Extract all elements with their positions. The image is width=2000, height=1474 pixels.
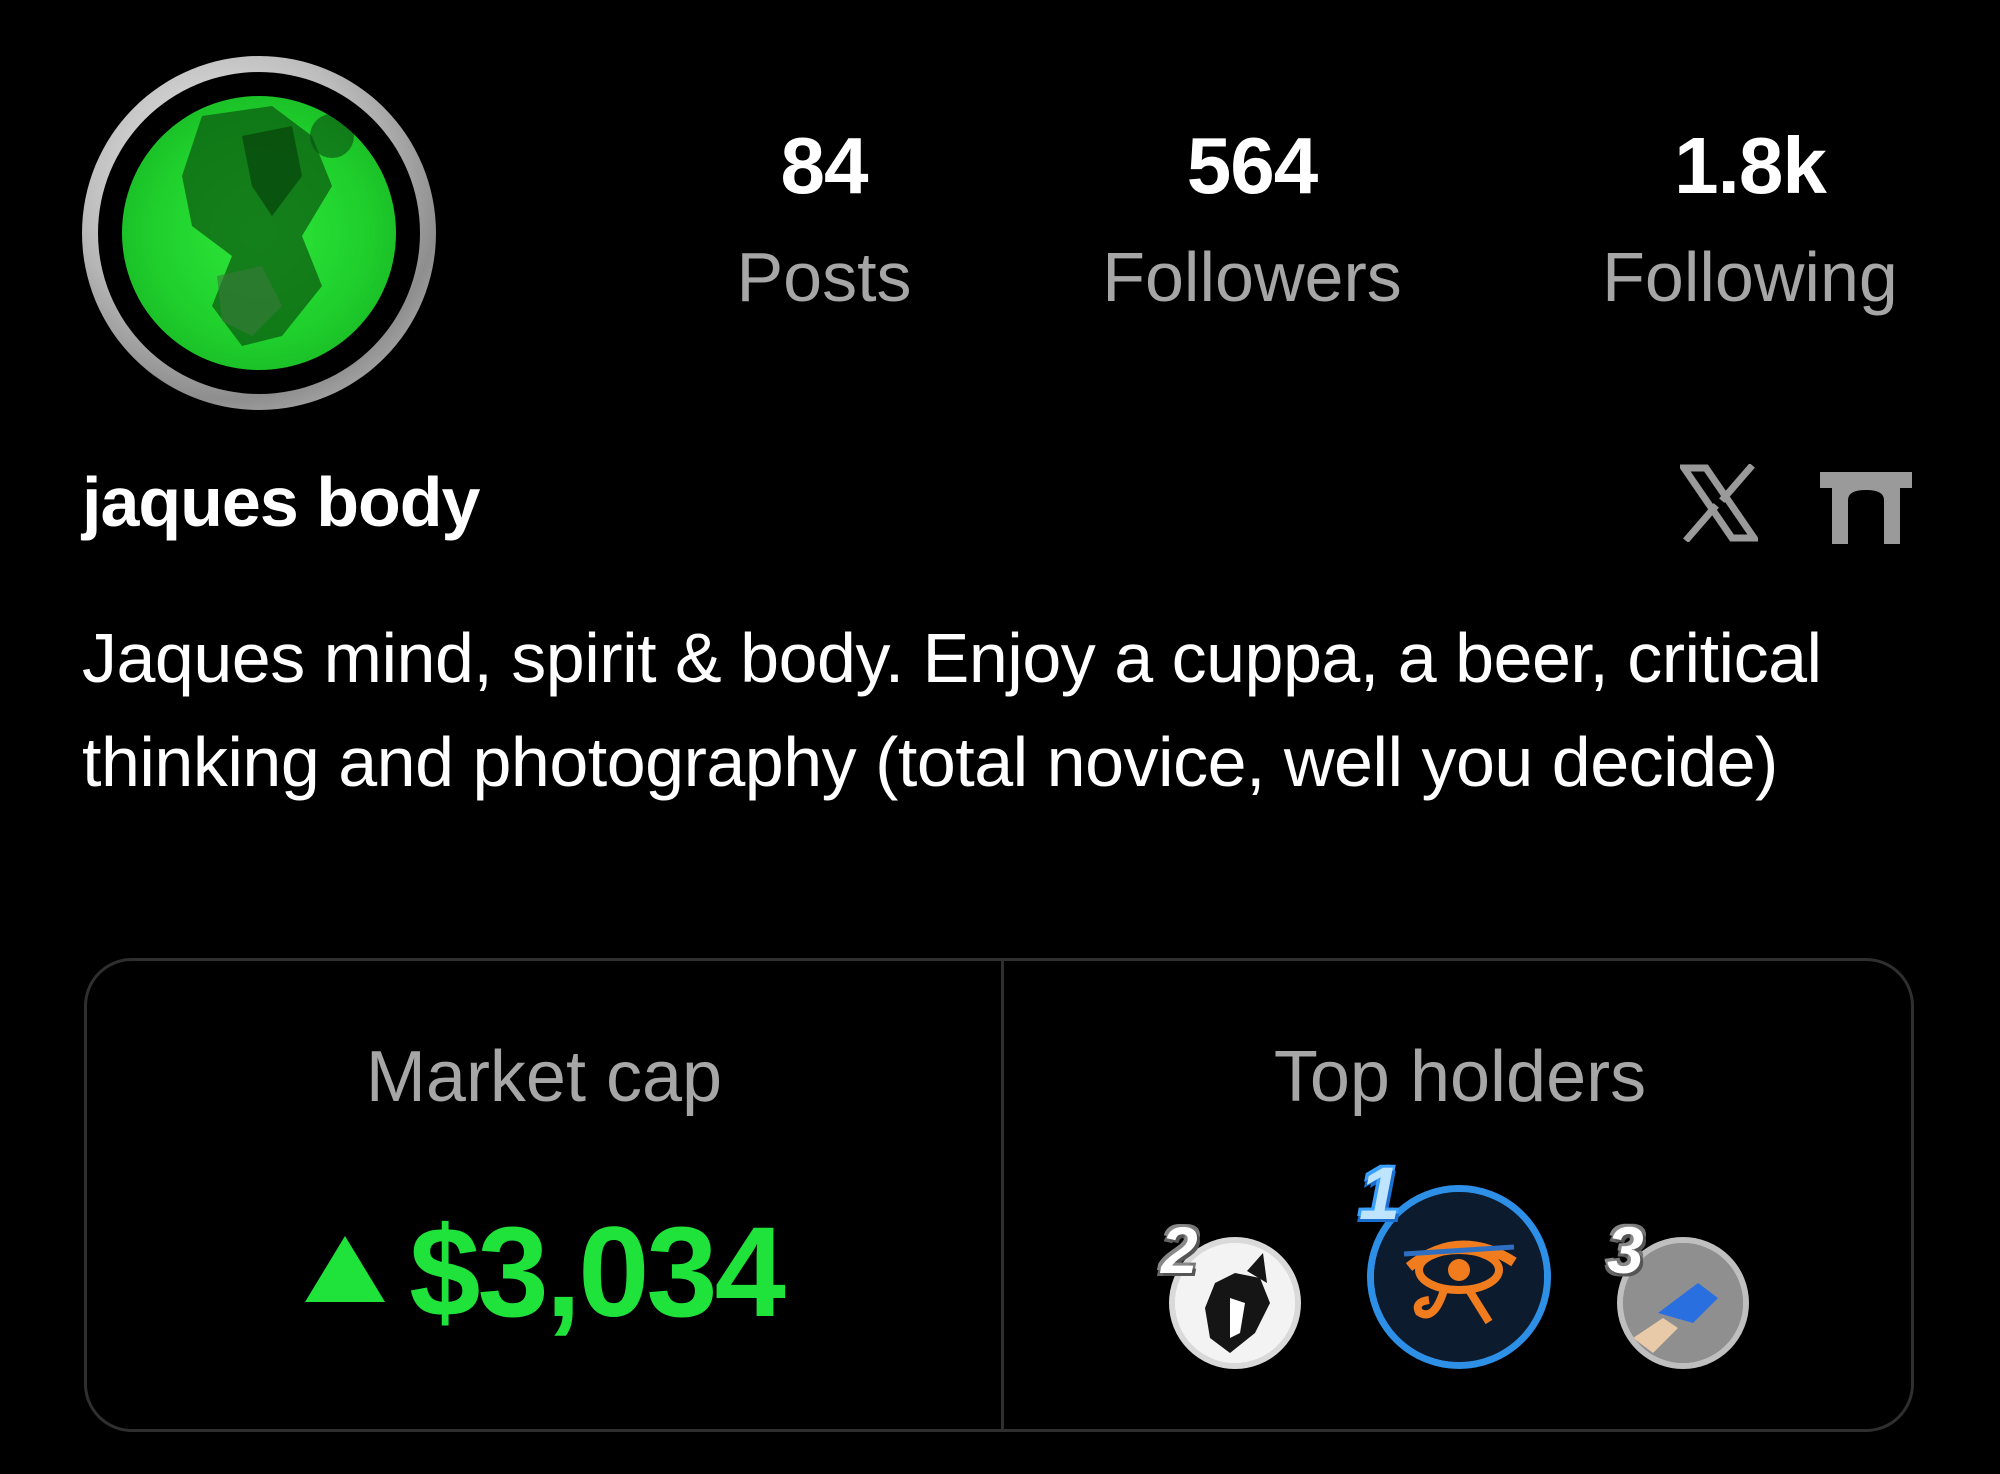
avatar-image — [122, 96, 396, 370]
holder-rank-2: 2 — [1161, 1213, 1198, 1287]
card-divider — [1001, 961, 1004, 1429]
market-cap-amount: $3,034 — [409, 1201, 785, 1344]
x-icon[interactable] — [1677, 463, 1761, 543]
trend-up-icon — [305, 1236, 386, 1302]
holder-rank-3: 3 — [1607, 1213, 1644, 1287]
profile-bio: Jaques mind, spirit & body. Enjoy a cupp… — [82, 619, 1822, 801]
posts-label: Posts — [736, 238, 912, 316]
followers-label: Followers — [1102, 238, 1402, 316]
token-card: Market cap $3,034 Top holders 2 1 3 — [84, 958, 1914, 1432]
followers-count: 564 — [1186, 121, 1318, 210]
posts-count: 84 — [780, 121, 869, 210]
holder-rank-1: 1 — [1359, 1152, 1401, 1235]
market-cap-value[interactable]: $3,034 — [87, 1209, 1001, 1337]
display-name: jaques body — [82, 463, 480, 541]
stat-followers[interactable]: 564 Followers — [1042, 121, 1462, 316]
stat-following[interactable]: 1.8k Following — [1540, 121, 1960, 316]
profile-avatar[interactable] — [82, 56, 436, 410]
following-label: Following — [1602, 238, 1898, 316]
top-holders-title: Top holders — [1273, 1037, 1647, 1117]
following-count: 1.8k — [1674, 121, 1827, 210]
market-cap-title: Market cap — [365, 1037, 723, 1117]
gate-icon[interactable] — [1820, 466, 1912, 544]
stat-posts[interactable]: 84 Posts — [614, 121, 1034, 316]
